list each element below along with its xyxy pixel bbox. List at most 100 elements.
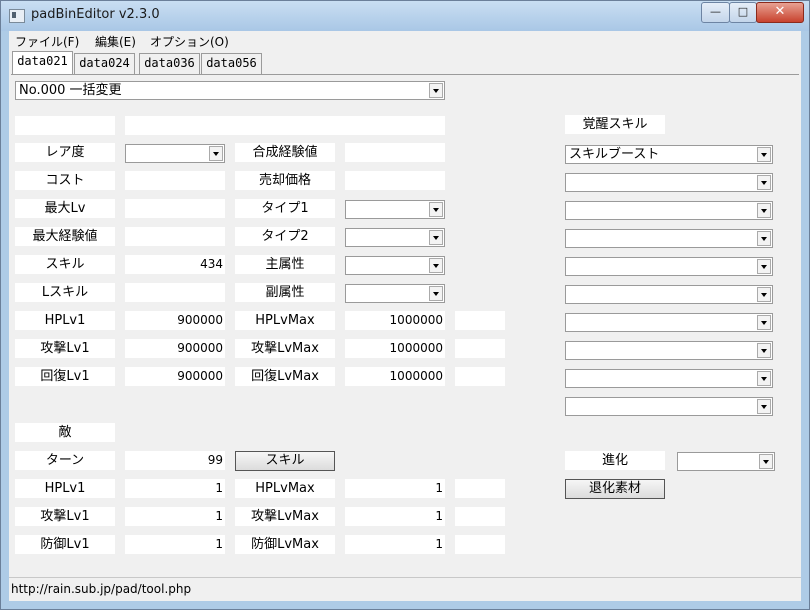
chevron-down-icon <box>757 175 771 190</box>
enemy-hp-lv1-label: HPLv1 <box>15 479 115 498</box>
enemy-def-lv1-field[interactable]: 1 <box>125 535 225 554</box>
awaken-select-10[interactable] <box>565 397 773 416</box>
awaken-select-5[interactable] <box>565 257 773 276</box>
chevron-down-icon <box>757 147 771 162</box>
chevron-down-icon <box>429 258 443 273</box>
evolve-select[interactable] <box>677 452 775 471</box>
sell-price-field[interactable] <box>345 171 445 190</box>
chevron-down-icon <box>429 286 443 301</box>
main-attr-select[interactable] <box>345 256 445 275</box>
skill-label: スキル <box>15 255 115 274</box>
menu-options[interactable]: オプション(O) <box>150 33 229 50</box>
main-attr-label: 主属性 <box>235 255 335 274</box>
menu-file[interactable]: ファイル(F) <box>15 33 79 50</box>
tab-data024[interactable]: data024 <box>74 53 135 74</box>
atk-lv1-label: 攻撃Lv1 <box>15 339 115 358</box>
enemy-atk-extra-field[interactable] <box>455 507 505 526</box>
rarity-label: レア度 <box>15 143 115 162</box>
enemy-hp-extra-field[interactable] <box>455 479 505 498</box>
fuse-exp-field[interactable] <box>345 143 445 162</box>
enemy-hp-max-label: HPLvMax <box>235 479 335 498</box>
chevron-down-icon <box>757 371 771 386</box>
awaken-select-3[interactable] <box>565 201 773 220</box>
menu-bar: ファイル(F) 編集(E) オプション(O) <box>9 31 801 51</box>
awaken-select-6[interactable] <box>565 285 773 304</box>
atk-max-label: 攻撃LvMax <box>235 339 335 358</box>
rarity-select[interactable] <box>125 144 225 163</box>
chevron-down-icon <box>757 399 771 414</box>
atk-lv1-field[interactable]: 900000 <box>125 339 225 358</box>
app-window: padBinEditor v2.3.0 — □ ✕ ファイル(F) 編集(E) … <box>0 0 810 610</box>
hp-lv1-field[interactable]: 900000 <box>125 311 225 330</box>
maximize-button[interactable]: □ <box>729 2 757 23</box>
chevron-down-icon <box>757 287 771 302</box>
chevron-down-icon <box>757 259 771 274</box>
status-bar: http://rain.sub.jp/pad/tool.php <box>9 577 801 601</box>
cost-field[interactable] <box>125 171 225 190</box>
leader-skill-label: Lスキル <box>15 283 115 302</box>
awaken-select-1-value: スキルブースト <box>569 147 660 162</box>
enemy-def-lv1-label: 防御Lv1 <box>15 535 115 554</box>
enemy-hp-max-field[interactable]: 1 <box>345 479 445 498</box>
enemy-skill-button[interactable]: スキル <box>235 451 335 471</box>
enemy-label: 敵 <box>15 423 115 442</box>
app-icon <box>9 9 25 23</box>
chevron-down-icon <box>429 83 443 98</box>
enemy-def-extra-field[interactable] <box>455 535 505 554</box>
chevron-down-icon <box>429 230 443 245</box>
id-field[interactable] <box>15 116 115 135</box>
enemy-atk-lv1-field[interactable]: 1 <box>125 507 225 526</box>
status-url: http://rain.sub.jp/pad/tool.php <box>11 582 192 596</box>
name-field[interactable] <box>125 116 445 135</box>
tab-data021[interactable]: data021 <box>12 51 73 74</box>
evolve-label: 進化 <box>565 451 665 470</box>
sub-attr-select[interactable] <box>345 284 445 303</box>
awaken-select-1[interactable]: スキルブースト <box>565 145 773 164</box>
chevron-down-icon <box>759 454 773 469</box>
menu-edit[interactable]: 編集(E) <box>95 33 136 50</box>
max-exp-label: 最大経験値 <box>15 227 115 246</box>
rcv-max-label: 回復LvMax <box>235 367 335 386</box>
enemy-atk-max-label: 攻撃LvMax <box>235 507 335 526</box>
type2-label: タイプ2 <box>235 227 335 246</box>
devolve-material-button[interactable]: 退化素材 <box>565 479 665 499</box>
turn-label: ターン <box>15 451 115 470</box>
chevron-down-icon <box>757 231 771 246</box>
close-button[interactable]: ✕ <box>756 2 804 23</box>
enemy-def-max-field[interactable]: 1 <box>345 535 445 554</box>
skill-field[interactable]: 434 <box>125 255 225 274</box>
awaken-select-7[interactable] <box>565 313 773 332</box>
title-bar: padBinEditor v2.3.0 — □ ✕ <box>1 1 809 31</box>
leader-skill-field[interactable] <box>125 283 225 302</box>
rcv-extra-field[interactable] <box>455 367 505 386</box>
atk-max-field[interactable]: 1000000 <box>345 339 445 358</box>
awaken-select-4[interactable] <box>565 229 773 248</box>
tab-panel: No.000 一括変更 レア度 コスト 最大Lv 最大経験値 スキル 434 L… <box>11 74 799 577</box>
type2-select[interactable] <box>345 228 445 247</box>
minimize-button[interactable]: — <box>701 2 730 23</box>
window-title: padBinEditor v2.3.0 <box>31 7 160 22</box>
type1-select[interactable] <box>345 200 445 219</box>
monster-selector-value: No.000 一括変更 <box>19 83 122 98</box>
sell-price-label: 売却価格 <box>235 171 335 190</box>
hp-max-field[interactable]: 1000000 <box>345 311 445 330</box>
atk-extra-field[interactable] <box>455 339 505 358</box>
max-lv-field[interactable] <box>125 199 225 218</box>
cost-label: コスト <box>15 171 115 190</box>
awaken-select-2[interactable] <box>565 173 773 192</box>
type1-label: タイプ1 <box>235 199 335 218</box>
enemy-atk-max-field[interactable]: 1 <box>345 507 445 526</box>
enemy-hp-lv1-field[interactable]: 1 <box>125 479 225 498</box>
rcv-max-field[interactable]: 1000000 <box>345 367 445 386</box>
turn-field[interactable]: 99 <box>125 451 225 470</box>
chevron-down-icon <box>757 315 771 330</box>
tab-data056[interactable]: data056 <box>201 53 262 74</box>
monster-selector[interactable]: No.000 一括変更 <box>15 81 445 100</box>
client-area: data021 data024 data036 data056 No.000 一… <box>9 51 801 601</box>
hp-extra-field[interactable] <box>455 311 505 330</box>
max-exp-field[interactable] <box>125 227 225 246</box>
awaken-select-9[interactable] <box>565 369 773 388</box>
tab-data036[interactable]: data036 <box>139 53 200 74</box>
awaken-select-8[interactable] <box>565 341 773 360</box>
rcv-lv1-field[interactable]: 900000 <box>125 367 225 386</box>
